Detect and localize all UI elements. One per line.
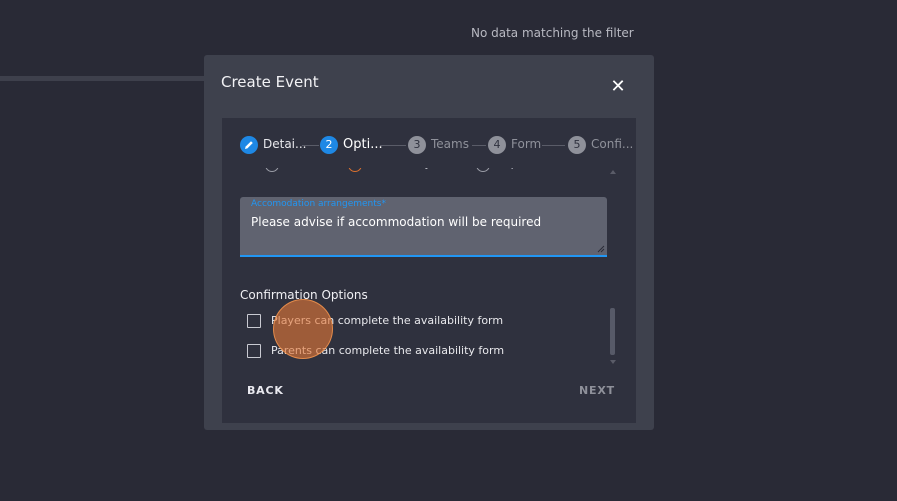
scrollbar-thumb[interactable] — [610, 308, 615, 355]
dialog-title: Create Event — [221, 73, 319, 91]
step-number: 4 — [488, 136, 506, 154]
step-connector — [542, 145, 565, 146]
step-connector — [302, 145, 319, 146]
scrollbar[interactable] — [610, 170, 616, 366]
create-event-dialog: Create Event ✕ Detai... 2 Opti... 3 Team… — [204, 55, 654, 430]
no-data-message: No data matching the filter — [471, 26, 634, 40]
step-number: 5 — [568, 136, 586, 154]
scroll-up-icon[interactable] — [610, 170, 616, 174]
step-label: Detai... — [263, 137, 307, 151]
next-button[interactable]: NEXT — [579, 384, 615, 397]
step-label: Opti... — [343, 137, 383, 152]
back-button[interactable]: BACK — [247, 384, 284, 397]
dialog-panel: Detai... 2 Opti... 3 Teams 4 Form 5 Conf… — [222, 118, 636, 423]
click-ripple — [273, 299, 333, 359]
step-connector — [380, 145, 406, 146]
step-connector — [472, 145, 486, 146]
step-label: Confi... — [591, 137, 634, 151]
parents-checkbox[interactable] — [247, 344, 261, 358]
close-icon[interactable]: ✕ — [608, 77, 628, 97]
step-label: Teams — [431, 137, 469, 151]
accommodation-value[interactable]: Please advise if accommodation will be r… — [251, 215, 541, 229]
step-number: 2 — [320, 136, 338, 154]
accommodation-textarea[interactable]: Accomodation arrangements* Please advise… — [240, 197, 607, 257]
players-checkbox[interactable] — [247, 314, 261, 328]
accommodation-label: Accomodation arrangements* — [251, 199, 386, 209]
pencil-icon — [240, 136, 258, 154]
background-divider — [0, 76, 205, 81]
scroll-down-icon[interactable] — [610, 360, 616, 364]
resize-handle-icon[interactable] — [597, 245, 605, 253]
step-label: Form — [511, 137, 542, 151]
stepper: Detai... 2 Opti... 3 Teams 4 Form 5 Conf… — [222, 118, 636, 168]
step-number: 3 — [408, 136, 426, 154]
